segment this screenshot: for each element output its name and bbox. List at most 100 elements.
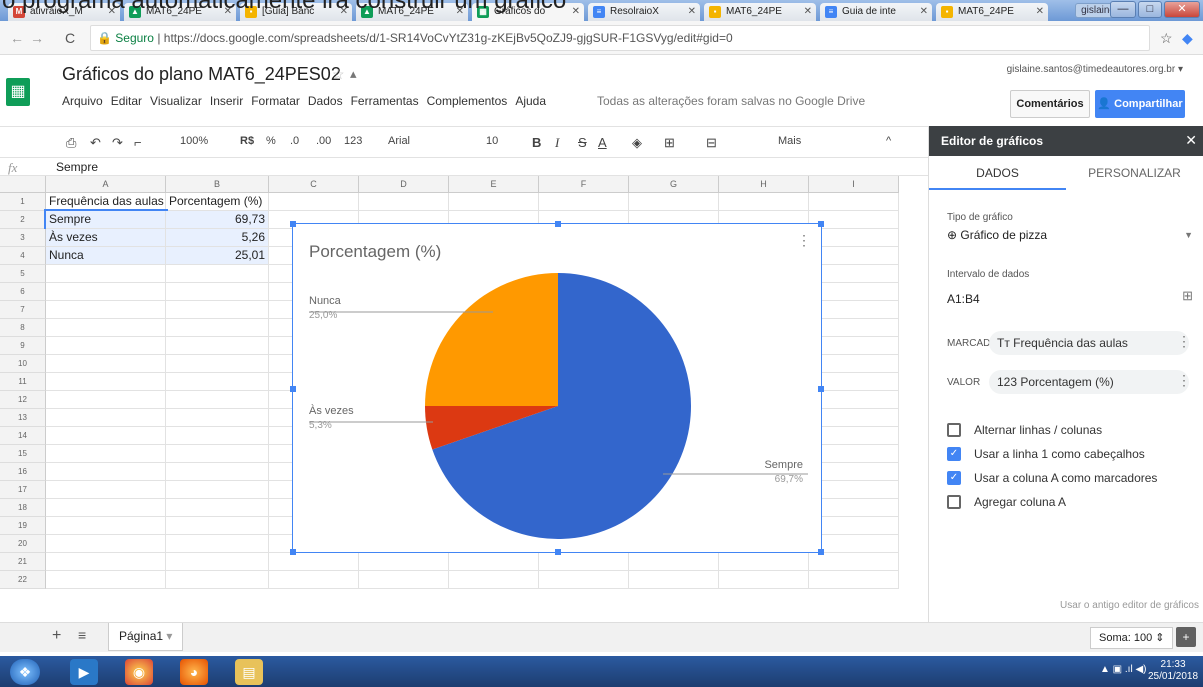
grid-cell[interactable] bbox=[46, 553, 166, 571]
grid-cell[interactable]: Frequência das aulas bbox=[46, 193, 166, 211]
row-header[interactable]: 17 bbox=[0, 481, 46, 499]
grid-cell[interactable] bbox=[166, 391, 269, 409]
grid-cell[interactable] bbox=[809, 391, 899, 409]
column-header[interactable]: C bbox=[269, 176, 359, 193]
grid-cell[interactable] bbox=[46, 427, 166, 445]
merge-icon[interactable]: ⊟ bbox=[706, 135, 717, 151]
start-button-icon[interactable]: ❖ bbox=[10, 659, 40, 685]
marked-series-chip[interactable]: Tт Frequência das aulas bbox=[989, 331, 1189, 355]
strikethrough-button[interactable]: S bbox=[578, 135, 587, 150]
value-series-chip[interactable]: 123 Porcentagem (%) bbox=[989, 370, 1189, 394]
comments-button[interactable]: Comentários bbox=[1010, 90, 1090, 118]
grid-corner[interactable] bbox=[0, 176, 46, 193]
redo-icon[interactable]: ↷ bbox=[112, 135, 123, 151]
menu-item[interactable]: Dados bbox=[308, 94, 343, 108]
sheet-tab[interactable]: Página1 ▾ bbox=[108, 623, 184, 651]
grid-cell[interactable] bbox=[46, 535, 166, 553]
grid-cell[interactable] bbox=[46, 445, 166, 463]
grid-cell[interactable] bbox=[629, 193, 719, 211]
add-sheet-icon[interactable]: + bbox=[52, 627, 61, 645]
grid-cell[interactable] bbox=[46, 571, 166, 589]
column-header[interactable]: F bbox=[539, 176, 629, 193]
document-title[interactable]: Gráficos do plano MAT6_24PES02 bbox=[62, 64, 341, 85]
grid-cell[interactable] bbox=[166, 553, 269, 571]
grid-cell[interactable] bbox=[629, 571, 719, 589]
grid-cell[interactable] bbox=[809, 229, 899, 247]
menu-item[interactable]: Ajuda bbox=[515, 94, 546, 108]
checkbox[interactable] bbox=[947, 423, 961, 437]
grid-cell[interactable] bbox=[809, 553, 899, 571]
print-icon[interactable]: ⎙ bbox=[66, 135, 76, 151]
grid-cell[interactable] bbox=[166, 319, 269, 337]
checkbox-label[interactable]: Alternar linhas / colunas bbox=[974, 423, 1102, 437]
checkbox[interactable] bbox=[947, 495, 961, 509]
percent-button[interactable]: % bbox=[266, 135, 276, 147]
increase-decimal-button[interactable]: .00 bbox=[316, 135, 331, 147]
resize-handle[interactable] bbox=[290, 386, 296, 392]
more-button[interactable]: Mais bbox=[778, 135, 801, 147]
grid-cell[interactable] bbox=[719, 571, 809, 589]
range-input[interactable]: A1:B4 bbox=[947, 292, 980, 306]
menu-item[interactable]: Complementos bbox=[427, 94, 508, 108]
grid-cell[interactable]: Nunca bbox=[46, 247, 166, 265]
grid-cell[interactable] bbox=[46, 355, 166, 373]
column-header[interactable]: E bbox=[449, 176, 539, 193]
zoom-select[interactable]: 100% bbox=[180, 135, 208, 147]
checkbox-label[interactable]: Usar a linha 1 como cabeçalhos bbox=[974, 447, 1145, 461]
formula-input[interactable]: Sempre bbox=[56, 160, 98, 174]
column-header[interactable]: D bbox=[359, 176, 449, 193]
grid-cell[interactable] bbox=[539, 193, 629, 211]
row-header[interactable]: 19 bbox=[0, 517, 46, 535]
grid-select-icon[interactable]: ⊞ bbox=[1182, 288, 1193, 304]
grid-cell[interactable] bbox=[809, 337, 899, 355]
tray-icons[interactable]: ▲ ▣ .ıl ◀) bbox=[1100, 664, 1146, 675]
grid-cell[interactable] bbox=[166, 355, 269, 373]
old-editor-link[interactable]: Usar o antigo editor de gráficos bbox=[1060, 600, 1199, 611]
grid-cell[interactable] bbox=[359, 553, 449, 571]
row-header[interactable]: 4 bbox=[0, 247, 46, 265]
minimize-icon[interactable]: — bbox=[1110, 1, 1136, 18]
row-header[interactable]: 9 bbox=[0, 337, 46, 355]
grid-cell[interactable] bbox=[269, 193, 359, 211]
chevron-down-icon[interactable]: ▼ bbox=[1184, 230, 1193, 240]
grid-cell[interactable]: Porcentagem (%) bbox=[166, 193, 269, 211]
grid-cell[interactable] bbox=[166, 571, 269, 589]
grid-cell[interactable] bbox=[46, 517, 166, 535]
grid-cell[interactable] bbox=[719, 193, 809, 211]
font-size-select[interactable]: 10 bbox=[486, 135, 498, 147]
resize-handle[interactable] bbox=[555, 221, 561, 227]
reload-icon[interactable]: C bbox=[65, 30, 75, 46]
grid-cell[interactable] bbox=[809, 301, 899, 319]
star-icon[interactable]: ☆ bbox=[332, 66, 345, 83]
grid-cell[interactable] bbox=[46, 337, 166, 355]
checkbox-label[interactable]: Agregar coluna A bbox=[974, 495, 1066, 509]
menu-item[interactable]: Inserir bbox=[210, 94, 243, 108]
grid-cell[interactable] bbox=[719, 553, 809, 571]
grid-cell[interactable]: Sempre bbox=[44, 209, 168, 231]
checkbox[interactable]: ✓ bbox=[947, 447, 961, 461]
menu-item[interactable]: Formatar bbox=[251, 94, 300, 108]
grid-cell[interactable]: 25,01 bbox=[166, 247, 269, 265]
grid-cell[interactable] bbox=[629, 553, 719, 571]
row-header[interactable]: 12 bbox=[0, 391, 46, 409]
grid-cell[interactable] bbox=[166, 409, 269, 427]
grid-cell[interactable] bbox=[809, 247, 899, 265]
folder-icon[interactable]: ▴ bbox=[350, 66, 357, 82]
grid-cell[interactable]: 5,26 bbox=[166, 229, 269, 247]
grid-cell[interactable] bbox=[809, 319, 899, 337]
grid-cell[interactable] bbox=[449, 571, 539, 589]
explore-icon[interactable]: + bbox=[1176, 627, 1196, 647]
share-button[interactable]: 👤 Compartilhar bbox=[1095, 90, 1185, 118]
paint-format-icon[interactable]: ⌐ bbox=[134, 135, 142, 150]
grid-cell[interactable]: 69,73 bbox=[166, 211, 269, 229]
grid-cell[interactable] bbox=[166, 373, 269, 391]
tab-customize[interactable]: PERSONALIZAR bbox=[1066, 156, 1203, 190]
grid-cell[interactable] bbox=[809, 265, 899, 283]
pie-slice-2[interactable] bbox=[425, 273, 558, 406]
back-icon[interactable]: ← bbox=[10, 30, 24, 46]
row-header[interactable]: 3 bbox=[0, 229, 46, 247]
row-header[interactable]: 16 bbox=[0, 463, 46, 481]
grid-cell[interactable] bbox=[46, 481, 166, 499]
row-header[interactable]: 20 bbox=[0, 535, 46, 553]
grid-cell[interactable] bbox=[46, 499, 166, 517]
